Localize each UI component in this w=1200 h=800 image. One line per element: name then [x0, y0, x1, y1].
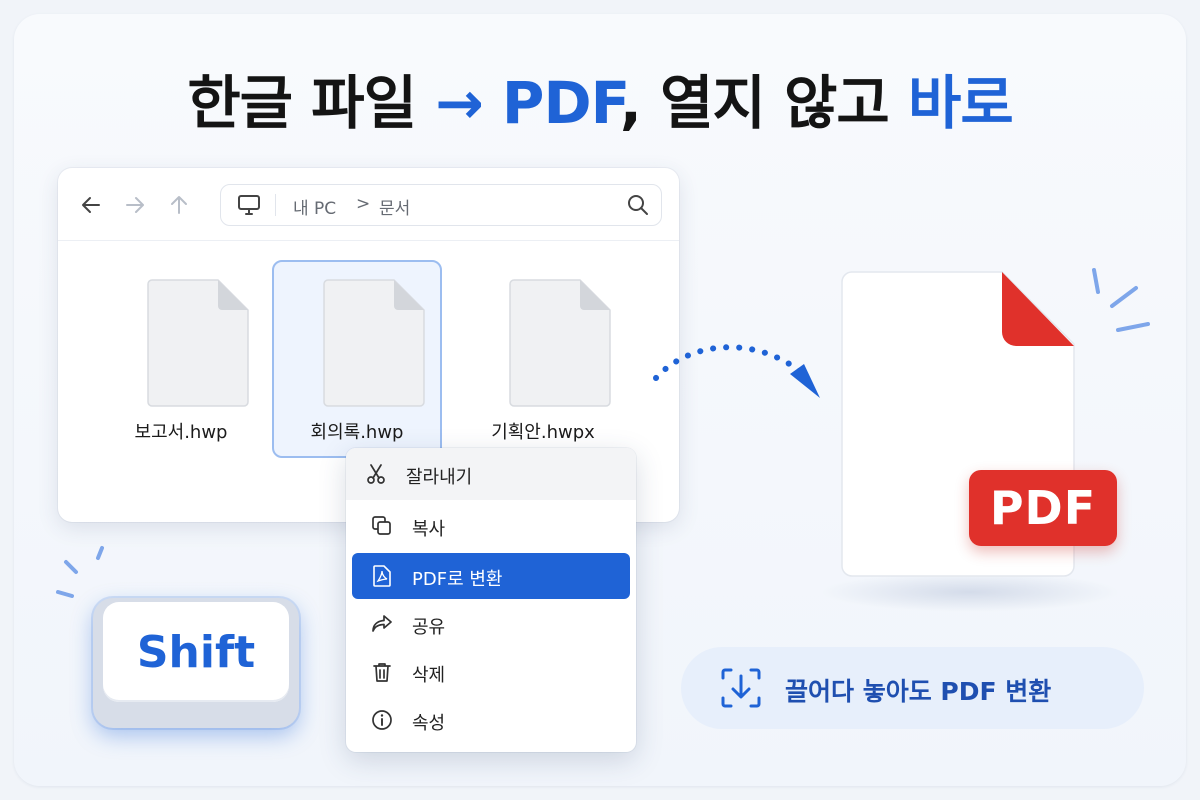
drag-drop-hint: 끌어다 놓아도 PDF 변환 — [681, 647, 1144, 729]
menu-item-delete[interactable]: 삭제 — [352, 649, 630, 695]
forward-button[interactable] — [122, 192, 148, 218]
headline-arrow-pdf: → PDF — [435, 69, 621, 137]
file-item-selected[interactable]: 회의록.hwp — [272, 260, 442, 458]
copy-icon — [370, 514, 394, 538]
menu-item-label: PDF로 변환 — [412, 569, 503, 590]
menu-item-label: 속성 — [412, 713, 446, 734]
headline-part2: , 열지 않고 — [619, 69, 908, 137]
dotted-arrow-icon — [653, 344, 820, 398]
explorer-toolbar: 내 PC > 문서 — [58, 168, 679, 241]
shift-key-label: Shift — [136, 626, 256, 678]
file-name: 기획안.hwpx — [491, 422, 595, 443]
file-name: 회의록.hwp — [310, 422, 404, 443]
forward-arrow-icon — [126, 197, 144, 213]
scissors-icon — [364, 462, 388, 486]
menu-item-label: 잘라내기 — [406, 467, 473, 488]
up-arrow-icon — [171, 196, 187, 214]
document-icon — [147, 279, 249, 407]
menu-item-label: 복사 — [412, 519, 446, 540]
document-icon — [323, 279, 425, 407]
document-icon — [509, 279, 611, 407]
file-name: 보고서.hwp — [134, 422, 228, 443]
pc-monitor-icon — [238, 195, 260, 215]
drag-drop-text: 끌어다 놓아도 PDF 변환 — [785, 677, 1052, 706]
pdf-badge-label: PDF — [989, 481, 1097, 535]
menu-item-convert-pdf[interactable]: PDF로 변환 — [352, 553, 630, 599]
headline-part3: 바로 — [907, 69, 1014, 137]
menu-item-properties[interactable]: 속성 — [352, 697, 630, 743]
breadcrumb-pc[interactable]: 내 PC — [293, 194, 336, 219]
trash-icon — [370, 660, 394, 684]
back-arrow-icon — [82, 197, 100, 213]
menu-item-label: 삭제 — [412, 665, 446, 686]
address-divider — [275, 194, 276, 216]
breadcrumb-separator: > — [356, 194, 371, 214]
download-drop-icon — [721, 668, 761, 708]
menu-item-share[interactable]: 공유 — [352, 601, 630, 647]
headline: 한글 파일 → PDF, 열지 않고 바로 — [0, 56, 1200, 140]
headline-part1: 한글 파일 — [187, 69, 436, 137]
menu-item-copy[interactable]: 복사 — [352, 503, 630, 549]
pdf-file-icon — [370, 564, 394, 588]
sparkle-lines-icon — [1092, 268, 1150, 332]
context-menu: 잘라내기 복사 PDF로 변환 공유 삭제 속성 — [346, 448, 636, 752]
share-icon — [370, 612, 394, 636]
back-button[interactable] — [78, 192, 104, 218]
info-icon — [370, 708, 394, 732]
address-bar[interactable]: 내 PC > 문서 — [220, 184, 662, 226]
shift-key: Shift — [103, 602, 289, 702]
menu-item-label: 공유 — [412, 617, 446, 638]
file-item[interactable]: 보고서.hwp — [98, 262, 264, 456]
search-icon[interactable] — [627, 194, 649, 216]
up-button[interactable] — [166, 192, 192, 218]
breadcrumb-documents[interactable]: 문서 — [379, 194, 410, 219]
pdf-badge: PDF — [969, 470, 1117, 546]
file-item[interactable]: 기획안.hwpx — [460, 262, 626, 456]
menu-item-cut[interactable]: 잘라내기 — [346, 448, 636, 500]
